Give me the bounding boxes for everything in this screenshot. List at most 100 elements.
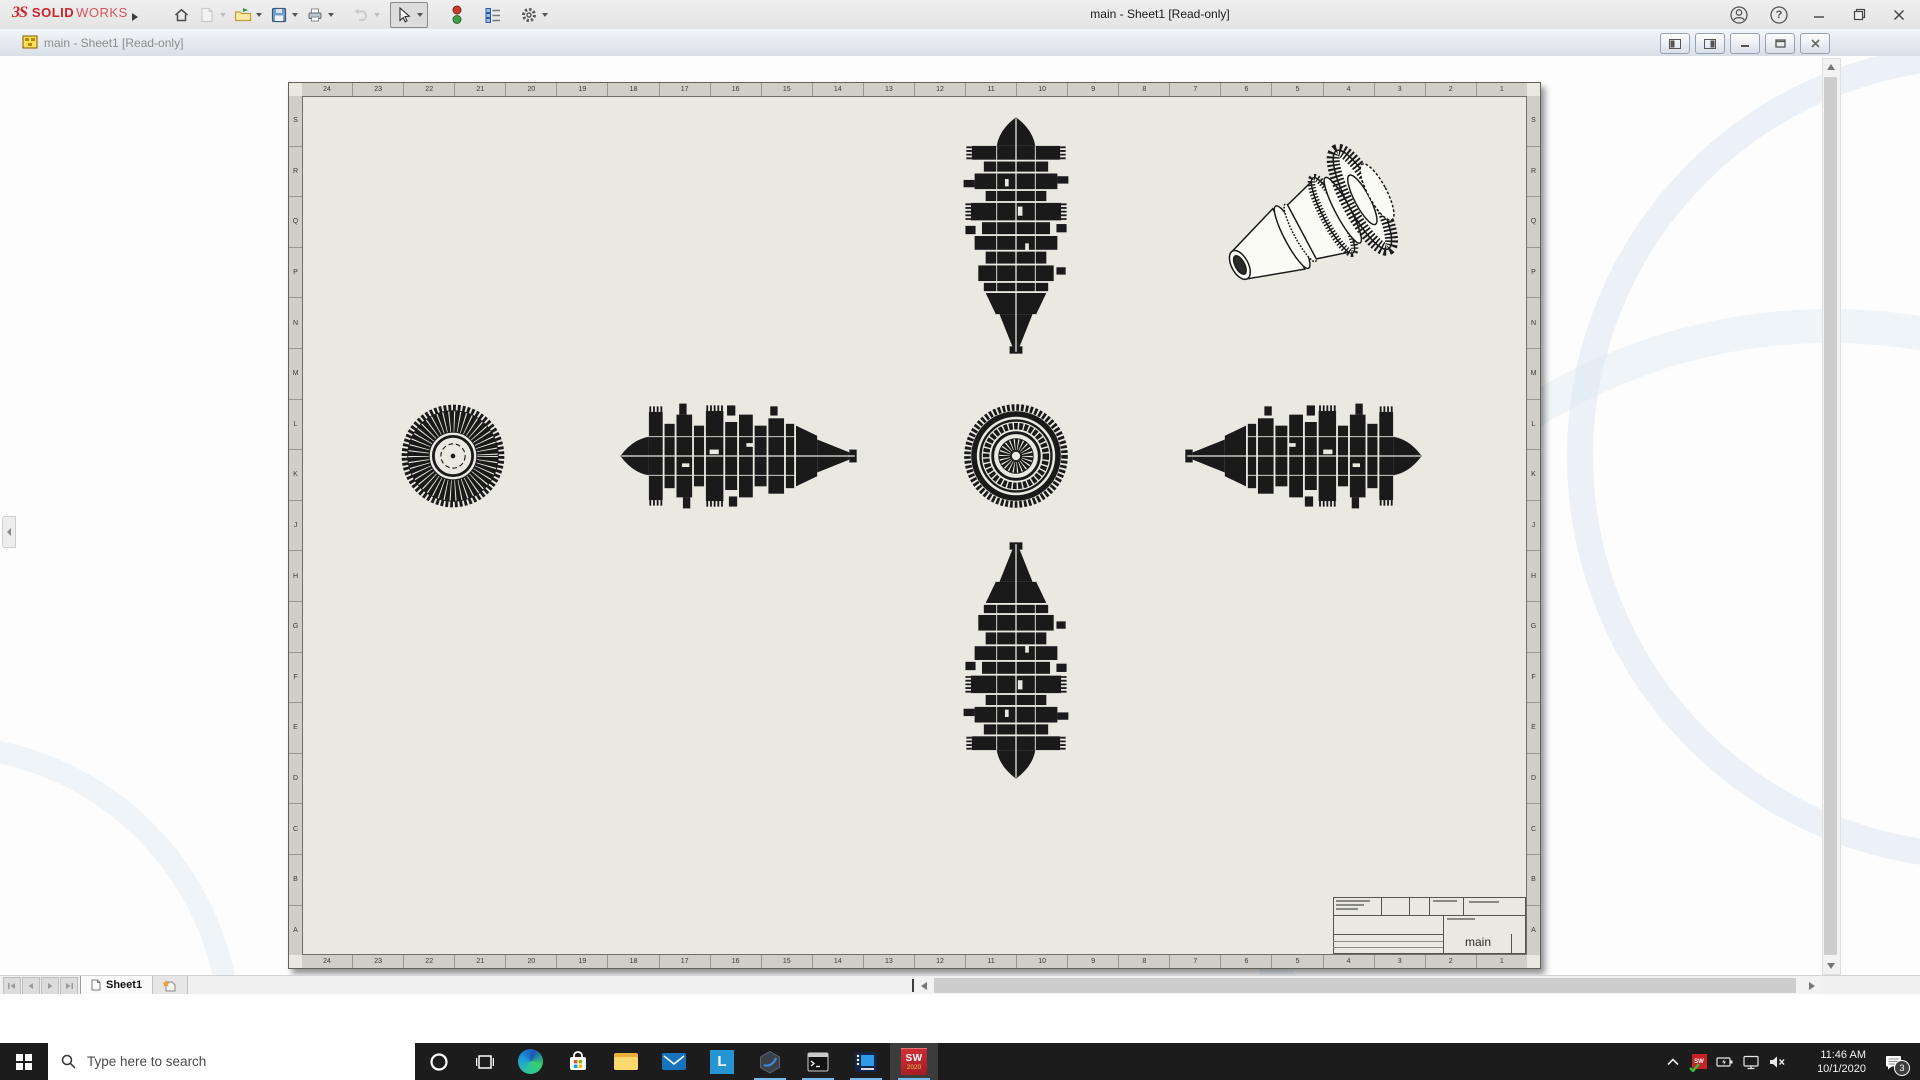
taskbar-app-command-prompt[interactable] bbox=[794, 1043, 842, 1080]
restore-button[interactable] bbox=[1846, 2, 1872, 28]
drawing-document-icon bbox=[22, 35, 38, 54]
save-button[interactable] bbox=[266, 3, 292, 27]
menu-flyout-arrow-icon[interactable] bbox=[131, 9, 139, 27]
document-restore-button[interactable] bbox=[1765, 33, 1795, 54]
undo-button[interactable] bbox=[348, 3, 374, 27]
drawing-view-right[interactable] bbox=[1173, 399, 1433, 513]
vertical-scrollbar-thumb[interactable] bbox=[1824, 77, 1837, 955]
taskbar-app-file-explorer[interactable] bbox=[602, 1043, 650, 1080]
zone-label: G bbox=[1527, 600, 1540, 652]
notification-center-button[interactable]: 3 bbox=[1872, 1043, 1916, 1080]
zone-label: C bbox=[1527, 803, 1540, 854]
taskbar-app-l[interactable]: L bbox=[698, 1043, 746, 1080]
options-gear-button[interactable] bbox=[516, 3, 542, 27]
zone-label: 22 bbox=[403, 83, 454, 96]
zone-label: S bbox=[293, 117, 298, 125]
save-dropdown[interactable] bbox=[292, 12, 298, 17]
zone-label: J bbox=[1527, 499, 1540, 551]
open-dropdown[interactable] bbox=[256, 12, 262, 17]
horizontal-scrollbar-thumb[interactable] bbox=[934, 978, 1796, 993]
taskbar-app-mail[interactable] bbox=[650, 1043, 698, 1080]
tab-sheet1[interactable]: Sheet1 bbox=[80, 976, 154, 995]
options-dropdown[interactable] bbox=[542, 12, 548, 17]
next-sheet-button[interactable] bbox=[41, 977, 59, 995]
document-minimize-button[interactable] bbox=[1730, 33, 1760, 54]
print-dropdown[interactable] bbox=[328, 12, 334, 17]
zone-label: 1 bbox=[1475, 955, 1527, 968]
previous-sheet-button[interactable] bbox=[22, 977, 40, 995]
drawing-view-left[interactable] bbox=[609, 399, 869, 513]
add-sheet-button[interactable] bbox=[152, 976, 188, 995]
document-close-button[interactable] bbox=[1800, 33, 1830, 54]
new-document-dropdown[interactable] bbox=[220, 12, 226, 17]
zone-label: H bbox=[289, 550, 302, 601]
document-properties-button[interactable] bbox=[480, 3, 506, 27]
toggle-left-panel-button[interactable] bbox=[1660, 33, 1690, 54]
scroll-left-arrow[interactable] bbox=[916, 977, 932, 994]
zone-label: L bbox=[289, 398, 302, 450]
battery-icon[interactable] bbox=[1712, 1043, 1738, 1080]
tray-expand-icon[interactable] bbox=[1660, 1043, 1686, 1080]
network-icon[interactable] bbox=[1738, 1043, 1764, 1080]
zone-label: 3 bbox=[1373, 83, 1425, 96]
cortana-button[interactable] bbox=[415, 1043, 463, 1080]
drawing-view-back[interactable] bbox=[960, 400, 1072, 512]
toggle-right-panel-button[interactable] bbox=[1695, 33, 1725, 54]
zone-label: R bbox=[289, 145, 302, 197]
notification-count-badge: 3 bbox=[1894, 1060, 1910, 1076]
select-tool-button[interactable] bbox=[390, 1, 428, 28]
zone-label: 6 bbox=[1220, 955, 1271, 968]
undo-dropdown[interactable] bbox=[374, 12, 380, 17]
search-input[interactable] bbox=[85, 1053, 369, 1070]
zone-label: 15 bbox=[760, 955, 812, 968]
zone-label: 20 bbox=[505, 83, 556, 96]
open-button[interactable] bbox=[230, 3, 256, 27]
scroll-right-arrow[interactable] bbox=[1804, 977, 1820, 994]
first-sheet-button[interactable] bbox=[3, 977, 21, 995]
zone-label: R bbox=[1527, 145, 1540, 197]
tab-area-splitter[interactable] bbox=[912, 979, 914, 992]
horizontal-scrollbar[interactable] bbox=[916, 977, 1820, 994]
search-icon bbox=[61, 1054, 76, 1069]
account-icon[interactable] bbox=[1726, 2, 1752, 28]
drawing-view-front[interactable] bbox=[397, 400, 509, 512]
volume-muted-icon[interactable] bbox=[1764, 1043, 1790, 1080]
taskbar-clock[interactable]: 11:46 AM 10/1/2020 bbox=[1790, 1048, 1872, 1076]
last-sheet-button[interactable] bbox=[60, 977, 78, 995]
drawing-view-top[interactable] bbox=[959, 105, 1073, 367]
zone-label: 5 bbox=[1271, 955, 1322, 968]
status-bar bbox=[0, 994, 1920, 1043]
zone-ruler-bottom: 24 23 22 21 20 19 18 17 16 15 14 13 12 11 10 9 8 7 6 5 4 3 2 1 bbox=[302, 954, 1527, 968]
zone-label: 9 bbox=[1067, 83, 1118, 96]
new-document-button[interactable] bbox=[194, 3, 220, 27]
zone-label: 2 bbox=[1424, 83, 1476, 96]
select-tool-dropdown[interactable] bbox=[417, 12, 423, 17]
taskbar-app-store[interactable] bbox=[554, 1043, 602, 1080]
zone-label: 18 bbox=[607, 955, 658, 968]
vertical-scrollbar[interactable] bbox=[1822, 58, 1841, 975]
zone-label: E bbox=[289, 702, 302, 753]
solidworks-status-icon[interactable]: SW bbox=[1686, 1043, 1712, 1080]
print-button[interactable] bbox=[302, 3, 328, 27]
taskbar-app-3dexperience[interactable] bbox=[746, 1043, 794, 1080]
feature-tree-collapse-tab[interactable] bbox=[2, 516, 16, 548]
drawing-view-bottom[interactable] bbox=[959, 529, 1073, 791]
start-button[interactable] bbox=[0, 1043, 48, 1080]
task-view-button[interactable] bbox=[463, 1043, 506, 1080]
help-icon[interactable]: ? bbox=[1766, 2, 1792, 28]
home-button[interactable] bbox=[168, 3, 194, 27]
drawing-sheet[interactable]: 24 23 22 21 20 19 18 17 16 15 14 13 12 11 10 9 8 7 6 5 4 3 2 1 … bbox=[288, 82, 1541, 969]
scroll-up-arrow[interactable] bbox=[1823, 59, 1838, 75]
scroll-down-arrow[interactable] bbox=[1823, 958, 1838, 974]
taskbar-app-solidworks[interactable]: SW 2020 bbox=[890, 1043, 938, 1080]
minimize-button[interactable] bbox=[1806, 2, 1832, 28]
zone-label: 16 bbox=[709, 83, 761, 96]
display-status-icon[interactable] bbox=[444, 3, 470, 27]
zone-label: 24 bbox=[323, 958, 331, 965]
taskbar-app-edge[interactable] bbox=[506, 1043, 554, 1080]
drawing-view-isometric[interactable] bbox=[1204, 137, 1426, 313]
taskbar-search[interactable] bbox=[48, 1043, 415, 1080]
graphics-area[interactable]: 24 23 22 21 20 19 18 17 16 15 14 13 12 11 10 9 8 7 6 5 4 3 2 1 … bbox=[0, 56, 1920, 975]
close-button[interactable] bbox=[1886, 2, 1912, 28]
taskbar-app-media[interactable] bbox=[842, 1043, 890, 1080]
